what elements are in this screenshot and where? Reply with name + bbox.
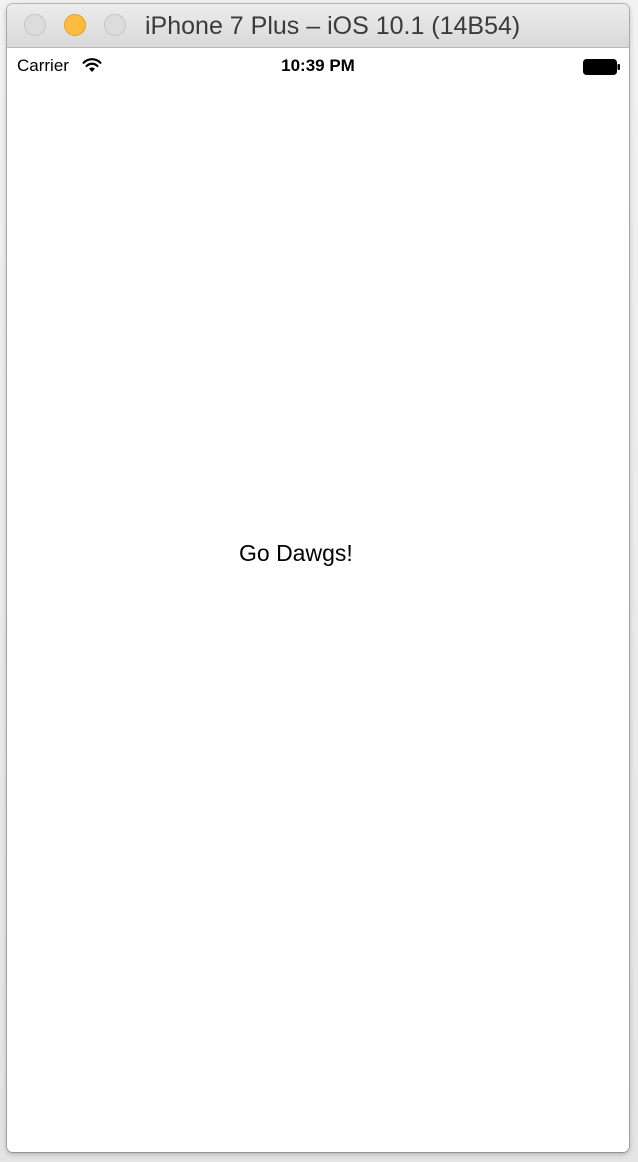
go-dawgs-label: Go Dawgs! [239, 540, 353, 566]
simulator-window: iPhone 7 Plus – iOS 10.1 (14B54) Carrier… [7, 4, 629, 1152]
title-bar[interactable]: iPhone 7 Plus – iOS 10.1 (14B54) [7, 4, 629, 48]
battery-icon [583, 59, 620, 75]
status-bar: Carrier 10:39 PM [7, 48, 629, 88]
device-screen[interactable]: Carrier 10:39 PM Go Dawgs! [7, 48, 629, 1152]
close-button[interactable] [24, 14, 46, 36]
status-time: 10:39 PM [281, 56, 355, 75]
zoom-button[interactable] [104, 14, 126, 36]
minimize-button[interactable] [64, 14, 86, 36]
window-title: iPhone 7 Plus – iOS 10.1 (14B54) [145, 12, 521, 40]
